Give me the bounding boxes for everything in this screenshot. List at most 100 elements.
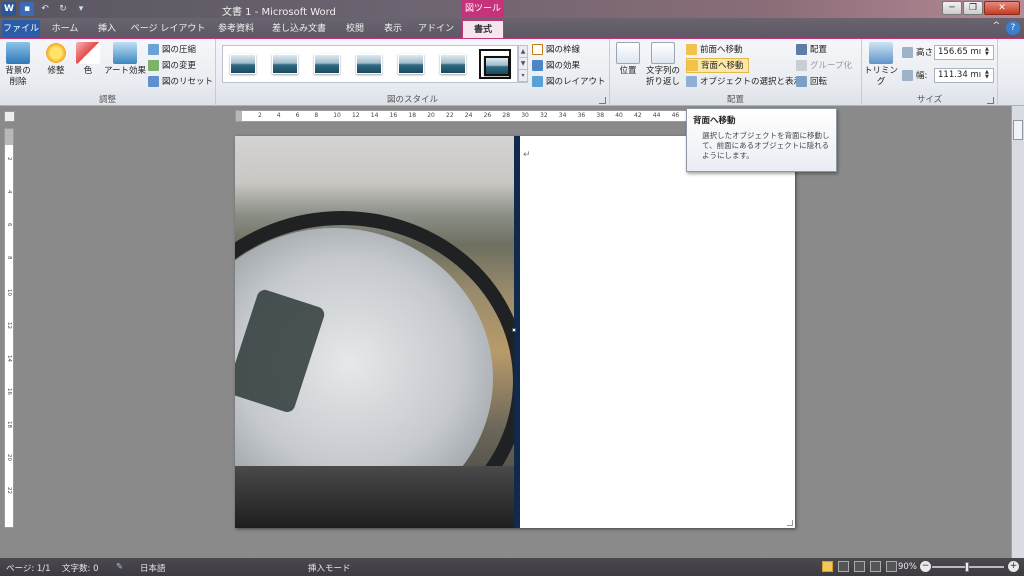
gallery-scroll[interactable]: ▲ ▼ ▾ (518, 45, 528, 83)
styles-dialog-launcher[interactable] (599, 97, 606, 104)
selection-pane-button[interactable]: オブジェクトの選択と表示 (686, 74, 802, 89)
insert-mode[interactable]: 挿入モード (308, 562, 351, 574)
print-layout-view-button[interactable] (822, 561, 833, 572)
car-door (235, 466, 514, 528)
compress-icon (148, 44, 159, 55)
picture-border-icon (532, 44, 543, 55)
zoom-slider-knob[interactable] (965, 562, 969, 572)
outline-view-button[interactable] (870, 561, 881, 572)
picture-border-label: 図の枠線 (546, 44, 581, 55)
tab-addins[interactable]: アドイン (414, 20, 458, 38)
undo-icon[interactable]: ↶ (38, 2, 52, 16)
rotate-icon (796, 76, 807, 87)
ruler-left-margin (236, 111, 242, 121)
height-spinner-icon[interactable]: ▲ ▼ (985, 47, 992, 58)
remove-background-button[interactable]: 背景の削除 (2, 42, 34, 88)
full-screen-reading-view-button[interactable] (838, 561, 849, 572)
close-button[interactable]: ✕ (984, 1, 1020, 15)
customize-qat-icon[interactable]: ▾ (74, 2, 88, 16)
align-button[interactable]: 配置 (796, 42, 827, 57)
picture-effects-label: 図の効果 (546, 60, 581, 71)
crop-button[interactable]: トリミング (864, 42, 898, 88)
tab-file[interactable]: ファイル (2, 20, 40, 38)
width-input[interactable]: 111.34 mı ▲ ▼ (934, 68, 994, 83)
group-icon (796, 60, 807, 71)
picture-layout-button[interactable]: 図のレイアウト (532, 74, 606, 89)
help-icon[interactable]: ? (1006, 21, 1020, 35)
zoom-in-icon[interactable]: + (1008, 561, 1019, 572)
selection-pane-label: オブジェクトの選択と表示 (700, 76, 803, 87)
ruler-toggle-button[interactable] (4, 111, 15, 122)
picture-effects-button[interactable]: 図の効果 (532, 58, 580, 73)
wrap-text-button[interactable]: 文字列の折り返し (644, 42, 682, 88)
ruler-tick-label: 22 (446, 112, 454, 119)
ribbon-minimize-icon[interactable]: ^ (992, 21, 1000, 31)
redo-icon[interactable]: ↻ (56, 2, 70, 16)
align-icon (796, 44, 807, 55)
width-spinner-icon[interactable]: ▲ ▼ (985, 70, 992, 81)
corrections-button[interactable]: 修整 (40, 42, 72, 77)
style-thumb[interactable] (437, 49, 469, 79)
save-icon[interactable]: ▪ (20, 2, 34, 16)
height-input[interactable]: 156.65 mı ▲ ▼ (934, 45, 994, 60)
zoom-slider[interactable] (932, 562, 1004, 572)
restore-button[interactable]: ❐ (963, 1, 983, 15)
artistic-effects-button[interactable]: アート効果 (104, 42, 146, 77)
proofing-icon[interactable]: ✎ (116, 562, 123, 572)
ruler-tick-label: 24 (464, 112, 473, 119)
size-dialog-launcher[interactable] (987, 97, 994, 104)
document-page[interactable]: ↵ (235, 136, 795, 528)
zoom-out-icon[interactable]: − (920, 561, 931, 572)
tab-review[interactable]: 校閲 (338, 20, 372, 38)
style-thumb[interactable] (269, 49, 301, 79)
scroll-thumb[interactable] (1013, 120, 1023, 140)
send-backward-button[interactable]: 背面へ移動 (686, 58, 749, 73)
vertical-scrollbar[interactable] (1011, 106, 1024, 558)
bring-forward-button[interactable]: 前面へ移動 (686, 42, 743, 57)
height-icon (902, 47, 913, 58)
group-arrange: 位置 文字列の折り返し 前面へ移動 背面へ移動 オブジェクトの選択と表示 配置 … (610, 39, 862, 107)
position-button[interactable]: 位置 (614, 42, 642, 77)
style-thumb[interactable] (353, 49, 385, 79)
color-button[interactable]: 色 (74, 42, 102, 77)
draft-view-button[interactable] (886, 561, 897, 572)
change-picture-button[interactable]: 図の変更 (148, 58, 196, 73)
gallery-up-icon[interactable]: ▲ (519, 46, 527, 58)
resize-handle[interactable] (512, 328, 516, 332)
word-count[interactable]: 文字数: 0 (62, 562, 98, 574)
style-thumb[interactable] (227, 49, 259, 79)
picture-border-button[interactable]: 図の枠線 (532, 42, 580, 57)
gallery-down-icon[interactable]: ▼ (519, 58, 527, 70)
reset-picture-button[interactable]: 図のリセット (148, 74, 213, 89)
tab-insert[interactable]: 挿入 (90, 20, 124, 38)
page-count[interactable]: ページ: 1/1 (6, 562, 51, 574)
bring-forward-label: 前面へ移動 (700, 44, 743, 55)
style-thumb[interactable] (311, 49, 343, 79)
compress-pictures-button[interactable]: 図の圧縮 (148, 42, 196, 57)
minimize-button[interactable]: ─ (942, 1, 962, 15)
reset-picture-icon (148, 76, 159, 87)
ruler-tick-label: 32 (540, 112, 548, 119)
web-layout-view-button[interactable] (854, 561, 865, 572)
word-app-icon[interactable]: W (2, 2, 16, 16)
ruler-tick-label: 10 (333, 112, 341, 119)
style-thumb[interactable] (395, 49, 427, 79)
tooltip-title: 背面へ移動 (693, 116, 736, 126)
width-label-text: 幅: (916, 70, 928, 81)
inserted-picture[interactable] (235, 136, 514, 528)
tab-mailings[interactable]: 差し込み文書 (264, 20, 334, 38)
gallery-more-icon[interactable]: ▾ (519, 70, 527, 82)
zoom-level[interactable]: 90% (898, 562, 917, 572)
rotate-button[interactable]: 回転 (796, 74, 827, 89)
vertical-ruler[interactable]: 2 4 6 8 10 12 14 16 18 20 22 (4, 128, 14, 528)
style-thumb-selected[interactable] (479, 49, 511, 79)
picture-effects-icon (532, 60, 543, 71)
tab-home[interactable]: ホーム (44, 20, 86, 38)
tab-format[interactable]: 書式 (462, 20, 504, 38)
ruler-tick-label: 44 (652, 112, 661, 119)
tab-page-layout[interactable]: ページ レイアウト (128, 20, 208, 38)
language-indicator[interactable]: 日本語 (140, 562, 166, 574)
tab-view[interactable]: 表示 (376, 20, 410, 38)
tab-references[interactable]: 参考資料 (212, 20, 260, 38)
group-button[interactable]: グループ化 (796, 58, 852, 73)
